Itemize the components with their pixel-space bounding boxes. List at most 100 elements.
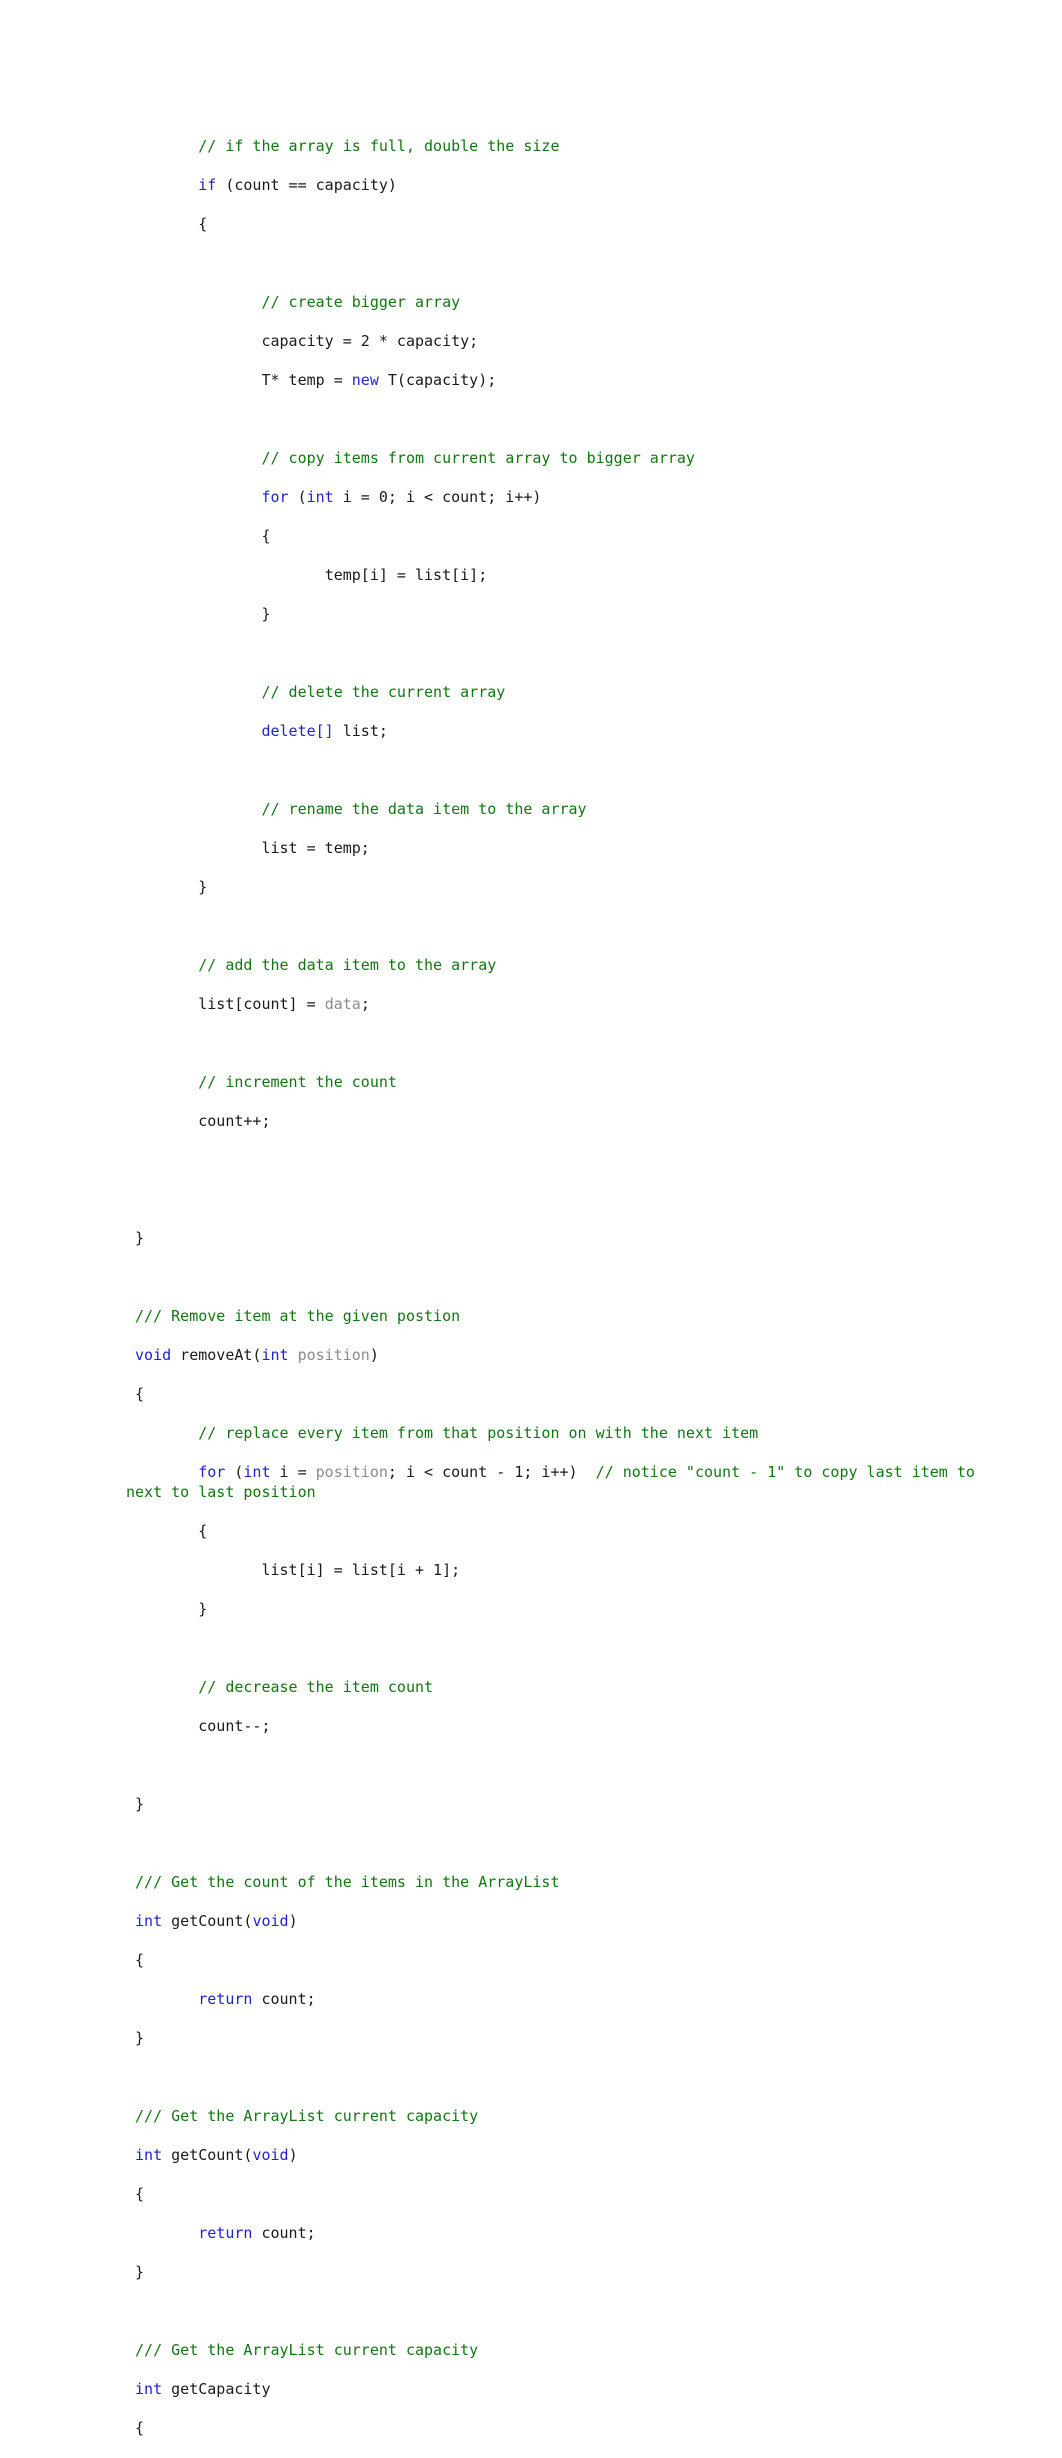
code-token-plain: T(capacity); xyxy=(378,371,497,389)
code-token-plain: temp[i] = list[i]; xyxy=(324,566,488,584)
code-line: { xyxy=(126,1951,1006,1971)
code-line: // if the array is full, double the size xyxy=(126,137,1006,157)
code-token-plain: ( xyxy=(288,488,307,506)
code-token-keyword: void xyxy=(135,1346,172,1364)
code-line: count--; xyxy=(126,1717,1006,1737)
code-token-plain: getCount( xyxy=(162,1911,253,1930)
code-token-comment: /// Get the count of the items in the Ar… xyxy=(135,1872,560,1891)
code-line: return count; xyxy=(126,1990,1006,2010)
code-token-comment: // replace every item from that position… xyxy=(198,1424,759,1442)
code-listing[interactable]: // if the array is full, double the size… xyxy=(126,137,1006,2458)
code-token-comment: /// Get the ArrayList current capacity xyxy=(135,2340,479,2359)
code-token-plain: } xyxy=(135,2028,145,2047)
code-line: { xyxy=(126,2419,1006,2439)
code-token-keyword: int xyxy=(135,1911,163,1930)
code-line: /// Get the ArrayList current capacity xyxy=(126,2107,1006,2127)
code-line: } xyxy=(126,605,1006,625)
code-token-keyword: for xyxy=(261,488,289,506)
code-line: list[i] = list[i + 1]; xyxy=(126,1561,1006,1581)
code-token-comment: // add the data item to the array xyxy=(198,956,497,974)
code-token-plain: getCount( xyxy=(162,2145,253,2164)
code-line: capacity = 2 * capacity; xyxy=(126,332,1006,352)
code-token-param: data xyxy=(324,995,361,1013)
code-token-plain: ( xyxy=(225,1463,244,1481)
code-line: // increment the count xyxy=(126,1073,1006,1093)
code-token-keyword: return xyxy=(198,1989,253,2008)
code-token-plain: T* temp = xyxy=(261,371,352,389)
code-token-plain: { xyxy=(135,1385,145,1403)
code-token-plain: { xyxy=(135,1950,145,1969)
code-token-plain: ; xyxy=(360,995,370,1013)
code-token-keyword: delete[] xyxy=(261,722,334,740)
code-token-keyword: int xyxy=(135,2145,163,2164)
code-token-plain: { xyxy=(261,527,271,545)
code-token-plain: { xyxy=(198,1521,208,1540)
code-line: } xyxy=(126,1229,1006,1249)
code-token-comment: // if the array is full, double the size xyxy=(198,137,560,155)
code-token-plain: i = xyxy=(270,1463,316,1481)
code-line: { xyxy=(126,215,1006,235)
code-token-keyword: new xyxy=(351,371,379,389)
code-line xyxy=(126,644,1006,664)
code-line: for (int i = 0; i < count; i++) xyxy=(126,488,1006,508)
code-token-plain: list[i] = list[i + 1]; xyxy=(261,1560,461,1579)
code-line: } xyxy=(126,878,1006,898)
code-token-plain: count; xyxy=(252,1989,316,2008)
code-token-plain: } xyxy=(261,605,271,623)
code-line xyxy=(126,1639,1006,1659)
code-line: void removeAt(int position) xyxy=(126,1346,1006,1366)
code-token-comment: // rename the data item to the array xyxy=(261,800,587,818)
code-line: return count; xyxy=(126,2224,1006,2244)
document-page: // if the array is full, double the size… xyxy=(0,0,1062,2437)
code-line: count++; xyxy=(126,1112,1006,1132)
code-line: { xyxy=(126,1522,1006,1542)
code-token-plain: { xyxy=(198,215,208,233)
code-line: /// Get the count of the items in the Ar… xyxy=(126,1873,1006,1893)
code-token-keyword: if xyxy=(198,176,217,194)
code-line: } xyxy=(126,1600,1006,1620)
code-line: list = temp; xyxy=(126,839,1006,859)
code-token-plain: ) xyxy=(288,1911,298,1930)
code-token-plain: capacity = 2 * capacity; xyxy=(261,332,479,350)
code-token-comment: /// Get the ArrayList current capacity xyxy=(135,2106,479,2125)
code-line: list[count] = data; xyxy=(126,995,1006,1015)
code-token-keyword: void xyxy=(252,1911,289,1930)
code-token-plain: (count == capacity) xyxy=(216,176,397,194)
code-line: T* temp = new T(capacity); xyxy=(126,371,1006,391)
code-line: int getCapacity xyxy=(126,2380,1006,2400)
